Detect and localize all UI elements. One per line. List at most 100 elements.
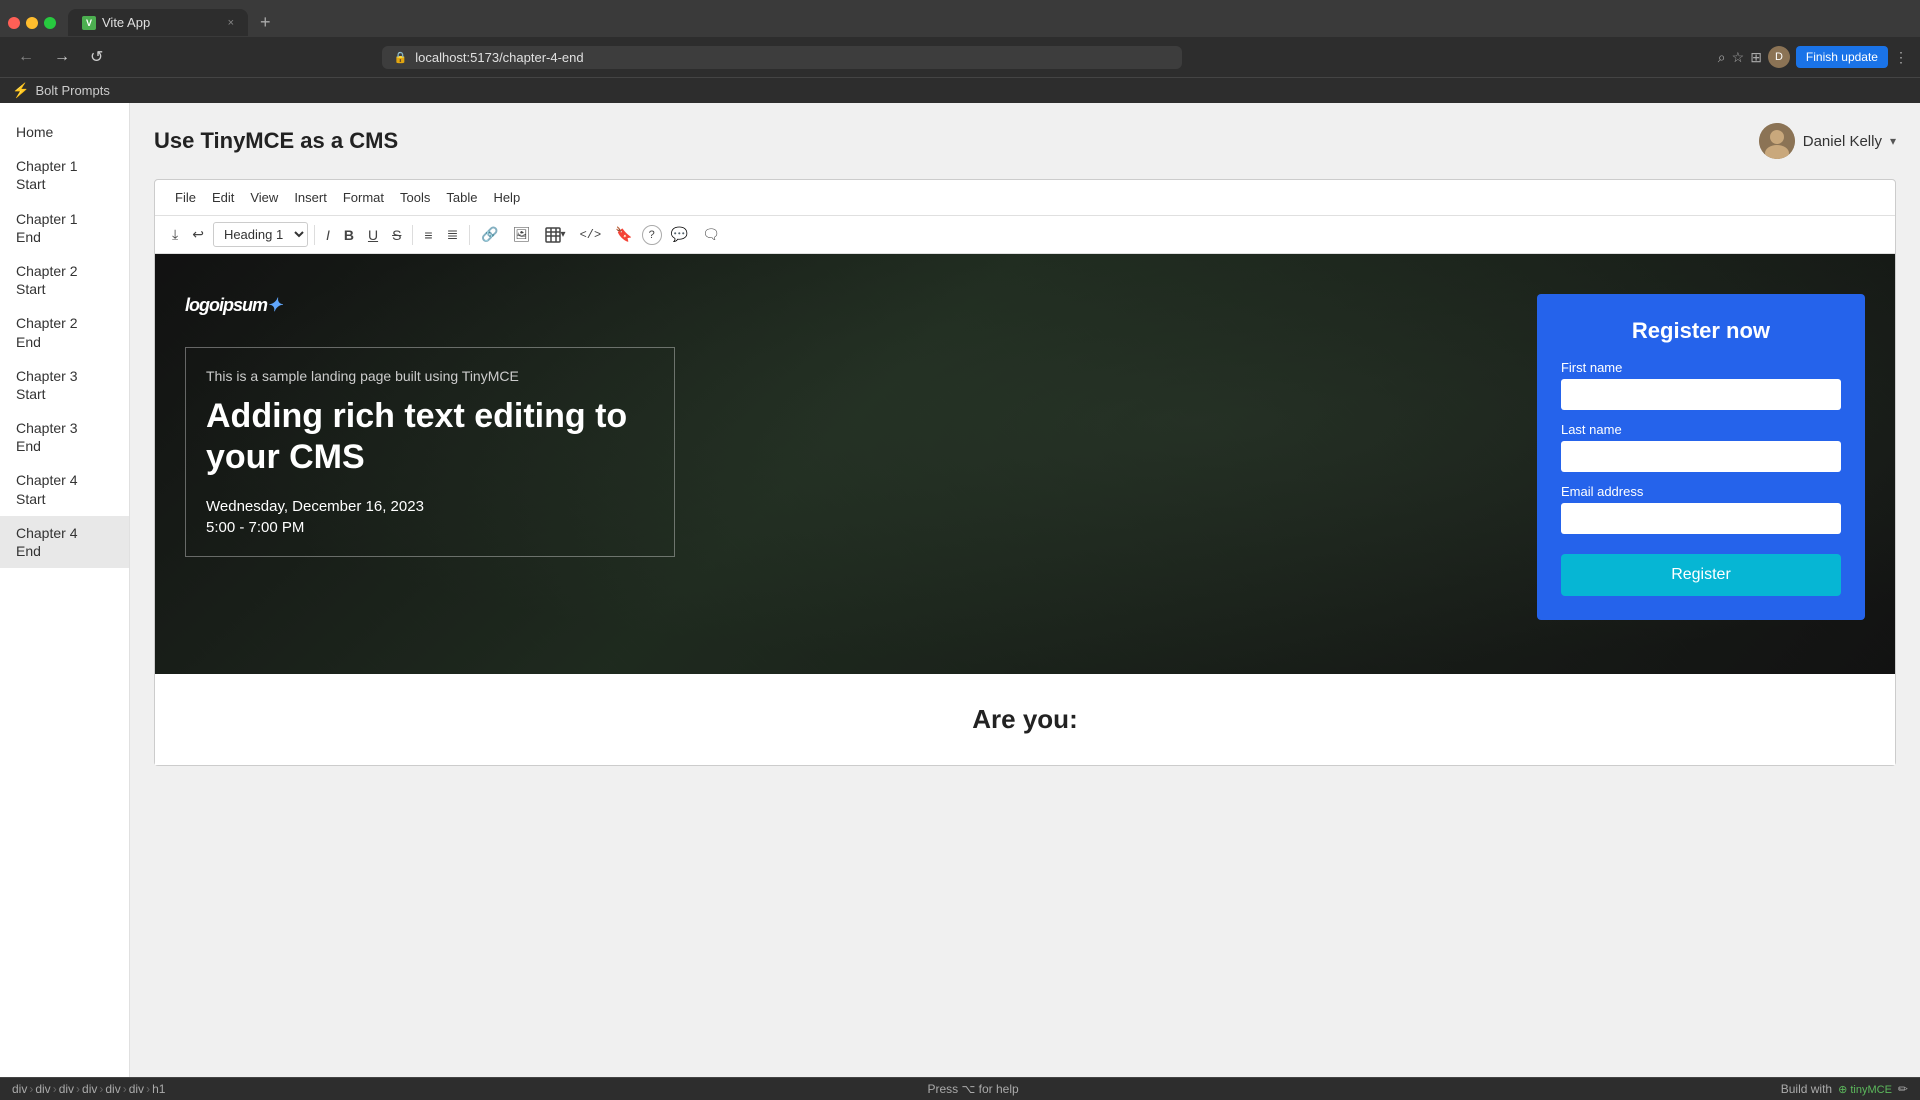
email-input[interactable]	[1561, 503, 1841, 534]
bookmark-label[interactable]: Bolt Prompts	[35, 83, 109, 98]
editor: File Edit View Insert Format Tools Table…	[154, 179, 1896, 766]
register-title: Register now	[1561, 318, 1841, 344]
traffic-lights	[8, 17, 56, 29]
tab-favicon: V	[82, 16, 96, 30]
breadcrumb-div-1[interactable]: div	[12, 1082, 27, 1096]
back-button[interactable]: ←	[12, 46, 40, 68]
minimize-window-button[interactable]	[26, 17, 38, 29]
menu-help[interactable]: Help	[485, 186, 528, 209]
breadcrumb-div-6[interactable]: div	[129, 1082, 144, 1096]
sidebar-item-ch4-end[interactable]: Chapter 4End	[0, 516, 129, 568]
avatar	[1759, 123, 1795, 159]
breadcrumb-div-3[interactable]: div	[59, 1082, 74, 1096]
tinymce-brand: ⊕ tinyMCE	[1838, 1083, 1892, 1096]
italic-button[interactable]: I	[321, 224, 335, 246]
maximize-window-button[interactable]	[44, 17, 56, 29]
star-icon[interactable]: ☆	[1732, 49, 1745, 66]
finish-update-button[interactable]: Finish update	[1796, 46, 1888, 68]
status-bar: div › div › div › div › div › div › h1 P…	[0, 1077, 1920, 1100]
sidebar-item-ch3-start[interactable]: Chapter 3Start	[0, 359, 129, 411]
bookmarks-bar: ⚡ Bolt Prompts	[0, 77, 1920, 103]
are-you-heading: Are you:	[195, 704, 1855, 735]
sidebar-item-ch4-start[interactable]: Chapter 4Start	[0, 463, 129, 515]
discussion-button[interactable]: 🗨	[697, 223, 725, 246]
sidebar-item-ch3-end[interactable]: Chapter 3End	[0, 411, 129, 463]
bullet-list-button[interactable]: ≡	[419, 224, 437, 246]
sidebar: Home Chapter 1Start Chapter 1End Chapter…	[0, 103, 130, 1077]
first-name-input[interactable]	[1561, 379, 1841, 410]
format-select[interactable]: Heading 1 Heading 2 Heading 3 Paragraph	[213, 222, 308, 247]
menu-tools[interactable]: Tools	[392, 186, 438, 209]
export-button[interactable]: ⤓	[167, 223, 183, 246]
build-info: Build with ⊕ tinyMCE ✏	[1781, 1082, 1908, 1096]
toolbar-divider	[314, 225, 315, 245]
landing-hero: logoipsum✦ This is a sample landing page…	[155, 254, 1895, 674]
tab-close-icon[interactable]: ×	[228, 17, 234, 29]
last-name-input[interactable]	[1561, 441, 1841, 472]
toolbar-divider-2	[412, 225, 413, 245]
menu-table[interactable]: Table	[438, 186, 485, 209]
strikethrough-button[interactable]: S	[387, 224, 406, 246]
forward-button[interactable]: →	[48, 46, 76, 68]
last-name-label: Last name	[1561, 422, 1841, 437]
active-tab[interactable]: V Vite App ×	[68, 9, 248, 36]
extensions-icon[interactable]: ⊞	[1750, 49, 1762, 66]
breadcrumb: div › div › div › div › div › div › h1	[12, 1082, 165, 1096]
undo-button[interactable]: ↩	[187, 223, 209, 246]
profile-icon[interactable]: D	[1768, 46, 1790, 68]
editor-content-area[interactable]: logoipsum✦ This is a sample landing page…	[155, 254, 1895, 765]
menu-format[interactable]: Format	[335, 186, 392, 209]
navigation-bar: ← → ↺ 🔒 localhost:5173/chapter-4-end ⌕ ☆…	[0, 37, 1920, 77]
nav-icons: ⌕ ☆ ⊞ D Finish update ⋮	[1718, 46, 1908, 68]
close-window-button[interactable]	[8, 17, 20, 29]
bookmark-button[interactable]: 🔖	[610, 223, 637, 246]
comment-button[interactable]: 💬	[666, 223, 693, 246]
zoom-icon[interactable]: ⌕	[1718, 49, 1726, 66]
menu-edit[interactable]: Edit	[204, 186, 242, 209]
event-box[interactable]: This is a sample landing page built usin…	[185, 347, 675, 557]
new-tab-button[interactable]: +	[252, 8, 279, 37]
event-title: Adding rich text editing to your CMS	[206, 396, 654, 478]
image-button[interactable]: 🖼	[508, 223, 536, 246]
email-label: Email address	[1561, 484, 1841, 499]
settings-icon[interactable]: ⋮	[1894, 49, 1908, 66]
breadcrumb-div-2[interactable]: div	[35, 1082, 50, 1096]
ordered-list-button[interactable]: ≣	[442, 223, 464, 246]
bold-button[interactable]: B	[339, 224, 359, 246]
logo: logoipsum✦	[185, 294, 1517, 317]
sidebar-item-ch1-start[interactable]: Chapter 1Start	[0, 149, 129, 201]
main-content: Use TinyMCE as a CMS Daniel Kelly ▾ File…	[130, 103, 1920, 1077]
event-date: Wednesday, December 16, 2023	[206, 498, 654, 515]
app-layout: Home Chapter 1Start Chapter 1End Chapter…	[0, 103, 1920, 1077]
user-name: Daniel Kelly	[1803, 133, 1882, 150]
menu-view[interactable]: View	[242, 186, 286, 209]
sidebar-item-home[interactable]: Home	[0, 115, 129, 149]
reload-button[interactable]: ↺	[84, 45, 109, 69]
bookmark-icon: ⚡	[12, 82, 29, 99]
user-menu[interactable]: Daniel Kelly ▾	[1759, 123, 1896, 159]
first-name-label: First name	[1561, 360, 1841, 375]
sidebar-item-ch2-start[interactable]: Chapter 2Start	[0, 254, 129, 306]
register-form: Register now First name Last name Email …	[1537, 294, 1865, 620]
address-bar[interactable]: 🔒 localhost:5173/chapter-4-end	[382, 46, 1182, 69]
page-title: Use TinyMCE as a CMS	[154, 128, 398, 154]
chevron-down-icon: ▾	[1890, 134, 1896, 148]
event-tagline: This is a sample landing page built usin…	[206, 368, 654, 384]
editor-menubar: File Edit View Insert Format Tools Table…	[155, 180, 1895, 216]
register-button[interactable]: Register	[1561, 554, 1841, 596]
breadcrumb-div-4[interactable]: div	[82, 1082, 97, 1096]
lock-icon: 🔒	[394, 51, 408, 64]
event-time: 5:00 - 7:00 PM	[206, 519, 654, 536]
underline-button[interactable]: U	[363, 224, 383, 246]
menu-file[interactable]: File	[167, 186, 204, 209]
sidebar-item-ch1-end[interactable]: Chapter 1End	[0, 202, 129, 254]
breadcrumb-h1[interactable]: h1	[152, 1082, 165, 1096]
editor-lower-section[interactable]: Are you:	[155, 674, 1895, 765]
code-button[interactable]: </>	[575, 225, 607, 245]
table-button[interactable]: ▾	[540, 224, 571, 246]
sidebar-item-ch2-end[interactable]: Chapter 2End	[0, 306, 129, 358]
help-button[interactable]: ?	[642, 225, 662, 245]
menu-insert[interactable]: Insert	[286, 186, 335, 209]
breadcrumb-div-5[interactable]: div	[105, 1082, 120, 1096]
link-button[interactable]: 🔗	[476, 223, 503, 246]
